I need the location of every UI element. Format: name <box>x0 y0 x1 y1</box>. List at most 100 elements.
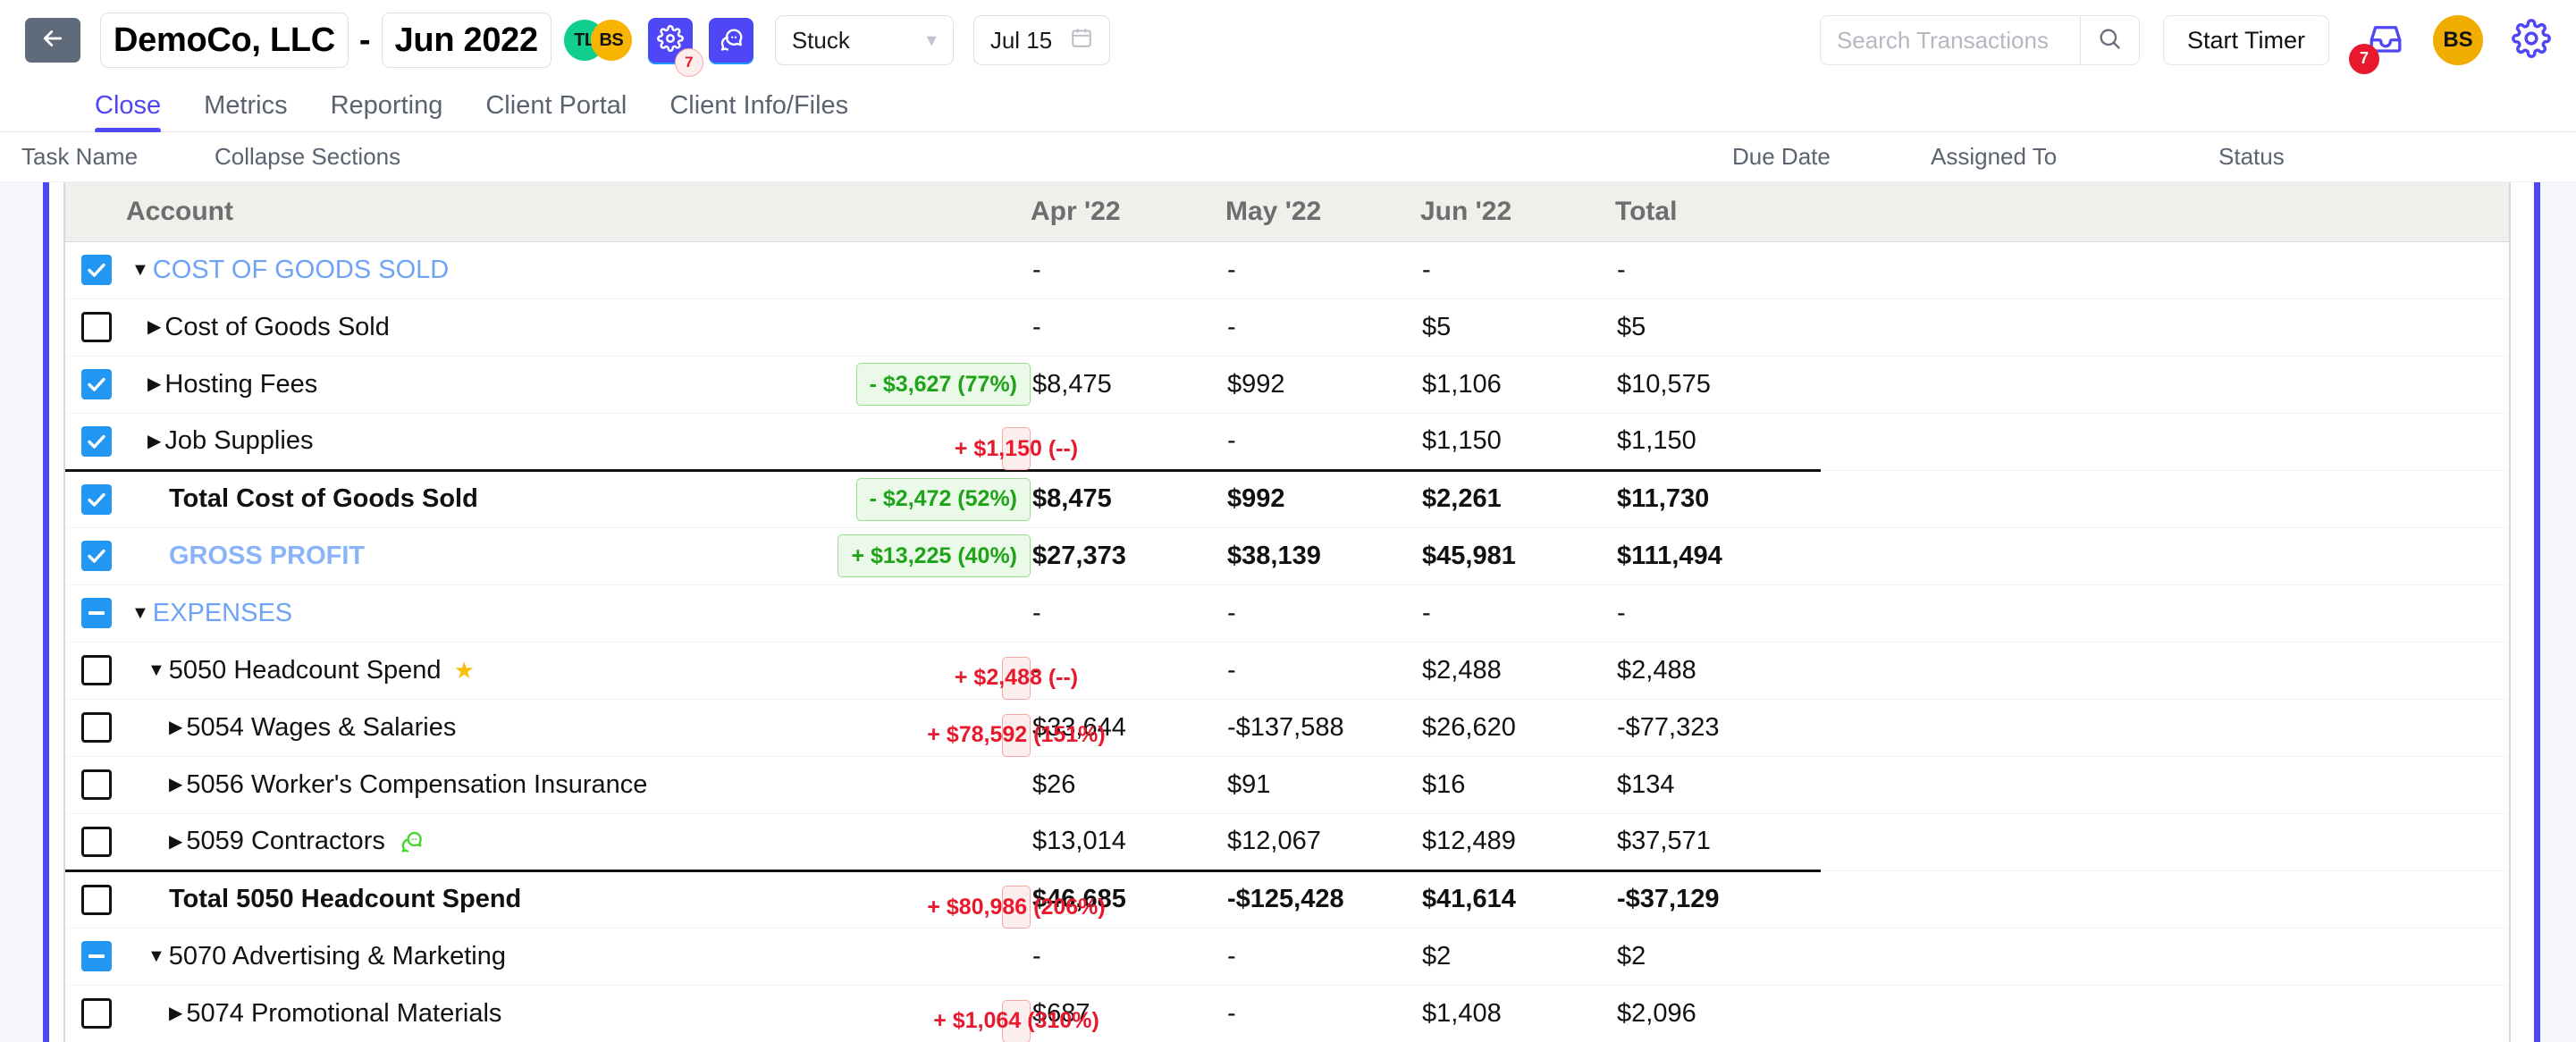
month-value-cell[interactable]: $12,489 <box>1420 813 1615 871</box>
caret-right-icon[interactable] <box>169 776 182 794</box>
month-value-cell[interactable]: $2,488 <box>1420 642 1615 700</box>
settings-gear-button[interactable]: 7 <box>647 18 703 77</box>
tab-client-info-files[interactable]: Client Info/Files <box>669 91 848 131</box>
table-row[interactable]: 5054 Wages & Salaries+ $78,592 (151%)$33… <box>65 699 2509 757</box>
account-name[interactable]: GROSS PROFIT <box>169 542 365 571</box>
variance-badge[interactable]: - $2,472 (52%) <box>855 477 1031 521</box>
inbox-button[interactable]: 7 <box>2349 20 2404 74</box>
due-date-field[interactable]: Jul 15 <box>972 15 1111 65</box>
variance-badge[interactable]: + $2,488 (--) <box>955 656 1078 700</box>
month-value-cell[interactable]: - <box>1225 584 1420 643</box>
back-button[interactable] <box>25 18 80 63</box>
caret-down-icon[interactable] <box>147 947 165 965</box>
total-value-cell[interactable]: $2,096 <box>1615 985 1821 1042</box>
variance-badge[interactable]: - $3,627 (77%) <box>855 363 1031 406</box>
caret-right-icon[interactable] <box>169 833 182 851</box>
month-value-cell[interactable]: - <box>1031 928 1225 986</box>
month-value-cell[interactable]: $12,067 <box>1225 813 1420 871</box>
account-name[interactable]: Cost of Goods Sold <box>164 313 389 342</box>
tab-close[interactable]: Close <box>95 91 162 133</box>
month-value-cell[interactable]: $2,261 <box>1420 468 1615 528</box>
month-value-cell[interactable]: $8,475 <box>1031 468 1225 528</box>
month-value-cell[interactable]: $91 <box>1225 756 1420 814</box>
month-value-cell[interactable]: $2 <box>1420 928 1615 986</box>
total-value-cell[interactable]: $11,730 <box>1615 468 1821 528</box>
month-value-cell[interactable]: - <box>1420 584 1615 643</box>
caret-right-icon[interactable] <box>147 318 161 336</box>
status-select[interactable]: Stuck ▾ <box>774 15 954 65</box>
start-timer-button[interactable]: Start Timer <box>2162 15 2329 65</box>
total-value-cell[interactable]: -$77,323 <box>1615 699 1821 757</box>
account-name[interactable]: 5056 Worker's Compensation Insurance <box>186 770 647 800</box>
table-row[interactable]: Cost of Goods Sold - - $5 $5 <box>65 298 2509 357</box>
avatar-bs[interactable]: BS <box>590 20 632 61</box>
row-checkbox-checked[interactable] <box>81 541 112 571</box>
month-value-cell[interactable]: -$125,428 <box>1225 869 1420 929</box>
caret-down-icon[interactable] <box>131 261 149 279</box>
table-col-header[interactable]: Apr '22 <box>1031 182 1225 242</box>
user-avatar[interactable]: BS <box>2433 15 2483 65</box>
total-value-cell[interactable]: $10,575 <box>1615 356 1821 414</box>
month-value-cell[interactable]: $26,620 <box>1420 699 1615 757</box>
month-value-cell[interactable]: $992 <box>1225 468 1420 528</box>
col-collapse-sections[interactable]: Collapse Sections <box>215 143 400 171</box>
total-value-cell[interactable]: $37,571 <box>1615 813 1821 871</box>
row-checkbox-unchecked[interactable] <box>81 312 112 342</box>
table-row[interactable]: 5059 Contractors $13,014 $12,067 $12,489 $37… <box>65 813 2509 871</box>
total-value-cell[interactable]: $111,494 <box>1615 527 1821 585</box>
header-select-all[interactable] <box>65 182 126 242</box>
month-value-cell[interactable]: $1,106 <box>1420 356 1615 414</box>
account-name[interactable]: Total 5050 Headcount Spend <box>169 885 521 914</box>
total-value-cell[interactable]: -$37,129 <box>1615 869 1821 929</box>
row-checkbox-unchecked[interactable] <box>81 826 112 857</box>
variance-badge[interactable]: + $78,592 (151%) <box>927 713 1106 757</box>
table-col-header[interactable]: May '22 <box>1225 182 1420 242</box>
row-checkbox-unchecked[interactable] <box>81 998 112 1029</box>
account-name[interactable]: 5070 Advertising & Marketing <box>169 942 506 971</box>
total-value-cell[interactable]: $5 <box>1615 298 1821 357</box>
row-checkbox-unchecked[interactable] <box>81 712 112 743</box>
tab-client-portal[interactable]: Client Portal <box>485 91 627 131</box>
table-row[interactable]: Hosting Fees - $3,627 (77%)$8,475 $992 $1,1… <box>65 356 2509 414</box>
month-value-cell[interactable]: $1,408 <box>1420 985 1615 1042</box>
account-name[interactable]: 5074 Promotional Materials <box>186 999 501 1029</box>
total-value-cell[interactable]: - <box>1615 241 1821 299</box>
variance-badge[interactable]: + $13,225 (40%) <box>838 534 1031 577</box>
table-row[interactable]: Total Cost of Goods Sold - $2,472 (52%) $8… <box>65 468 2509 528</box>
total-value-cell[interactable]: $2 <box>1615 928 1821 986</box>
month-value-cell[interactable]: -$137,588 <box>1225 699 1420 757</box>
month-value-cell[interactable]: - <box>1225 985 1420 1042</box>
caret-down-icon[interactable] <box>131 604 149 622</box>
row-checkbox-checked[interactable] <box>81 425 112 457</box>
row-checkbox-checked[interactable] <box>81 369 112 399</box>
financials-scroll-area[interactable]: AccountApr '22May '22Jun '22Total COST O… <box>63 182 2511 1042</box>
account-name[interactable]: Hosting Fees <box>164 370 317 399</box>
account-name[interactable]: Total Cost of Goods Sold <box>169 484 478 514</box>
account-name[interactable]: EXPENSES <box>153 599 292 628</box>
month-value-cell[interactable]: - <box>1031 584 1225 643</box>
account-name[interactable]: Job Supplies <box>164 426 313 456</box>
table-row[interactable]: Job Supplies+ $1,150 (--)--$1,150$1,150 <box>65 413 2509 471</box>
month-value-cell[interactable]: - <box>1225 413 1420 471</box>
comments-button[interactable] <box>708 18 753 63</box>
total-value-cell[interactable]: - <box>1615 584 1821 643</box>
month-value-cell[interactable]: - <box>1225 298 1420 357</box>
row-checkbox-checked[interactable] <box>81 483 112 515</box>
caret-right-icon[interactable] <box>169 718 182 736</box>
client-name-field[interactable]: DemoCo, LLC <box>100 13 349 68</box>
table-row[interactable]: 5050 Headcount Spend★+ $2,488 (--)--$2,4… <box>65 642 2509 700</box>
month-value-cell[interactable]: $26 <box>1031 756 1225 814</box>
month-value-cell[interactable]: $1,150 <box>1420 413 1615 471</box>
month-value-cell[interactable]: $8,475 <box>1031 356 1225 414</box>
month-value-cell[interactable]: - <box>1420 241 1615 299</box>
account-name[interactable]: 5054 Wages & Salaries <box>186 713 456 743</box>
tab-reporting[interactable]: Reporting <box>331 91 443 131</box>
month-value-cell[interactable]: - <box>1031 241 1225 299</box>
variance-badge[interactable]: + $1,064 (310%) <box>933 999 1099 1042</box>
month-value-cell[interactable]: $38,139 <box>1225 527 1420 585</box>
search-button[interactable] <box>2079 16 2139 64</box>
total-value-cell[interactable]: $134 <box>1615 756 1821 814</box>
table-row[interactable]: 5056 Worker's Compensation Insurance $26 $… <box>65 756 2509 814</box>
table-col-header[interactable]: Jun '22 <box>1420 182 1615 242</box>
row-checkbox-indeterminate[interactable] <box>81 598 112 628</box>
